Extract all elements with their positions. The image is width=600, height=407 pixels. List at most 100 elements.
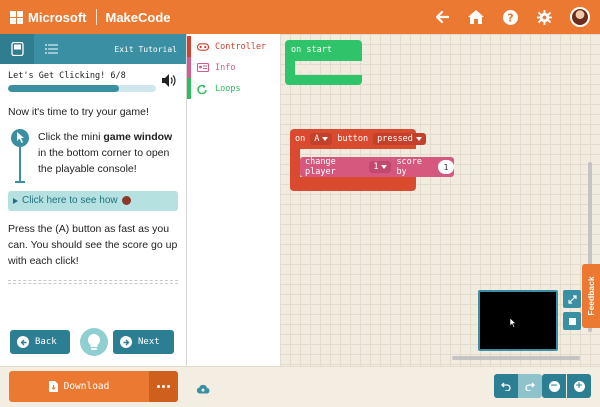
bottom-toolbar: Download − + (0, 366, 600, 407)
see-how-toggle[interactable]: Click here to see how (8, 190, 178, 211)
on-start-block-notch (299, 65, 319, 71)
on-start-block[interactable]: on start (285, 40, 362, 88)
toolbox-category-info[interactable]: Info (187, 57, 280, 78)
expand-triangle-icon (13, 197, 18, 204)
speaker-icon[interactable] (162, 72, 176, 91)
top-header: Microsoft MakeCode ? (0, 0, 600, 34)
console-icon (10, 42, 24, 56)
score-prefix: change player (305, 157, 336, 177)
stop-simulator-button[interactable] (563, 312, 581, 330)
undo-redo-group (494, 374, 542, 398)
home-icon[interactable] (468, 9, 484, 25)
gamepad-icon (197, 42, 209, 51)
toolbox-category-loops[interactable]: Loops (187, 78, 280, 99)
next-button[interactable]: Next (113, 330, 174, 354)
redo-button[interactable] (518, 374, 542, 398)
cloud-save-icon[interactable] (196, 379, 210, 398)
event-middle: button (337, 134, 369, 144)
plus-icon: + (573, 380, 585, 392)
change-score-block[interactable]: change player 1 score by 1 (300, 157, 454, 177)
feedback-tab[interactable]: Feedback (582, 264, 600, 328)
event-block-bottom (290, 177, 416, 191)
block-toolbox: Controller Info Loops (187, 34, 280, 366)
pointer-pin-icon (8, 128, 32, 183)
lightbulb-icon (88, 334, 100, 350)
tab-tutorial-steps[interactable] (34, 34, 68, 64)
on-start-block-bottom (285, 75, 362, 85)
undo-button[interactable] (494, 374, 518, 398)
download-button[interactable]: Download (9, 371, 149, 402)
product-name[interactable]: MakeCode (106, 10, 171, 25)
divider (8, 282, 178, 284)
next-label: Next (138, 337, 160, 347)
tutorial-nav: Back Next (0, 328, 187, 358)
undo-icon (501, 382, 511, 391)
player-dropdown-value: 1 (373, 162, 379, 172)
list-icon (44, 44, 58, 54)
event-prefix: on (295, 134, 306, 144)
back-arrow-icon[interactable] (434, 9, 450, 25)
expand-icon (567, 294, 577, 304)
back-button[interactable]: Back (10, 330, 70, 354)
progress-label: Let's Get Clicking! 6/8 (8, 71, 126, 81)
score-value-input[interactable]: 1 (437, 160, 454, 174)
blocks-workspace[interactable]: on start on A button pressed change play… (280, 34, 600, 366)
player-dropdown[interactable]: 1 (369, 161, 392, 173)
tab-simulator[interactable] (0, 34, 34, 64)
tutorial-tabs: Exit Tutorial (0, 34, 186, 64)
loop-icon (197, 84, 209, 94)
redo-icon (525, 382, 535, 391)
hint-text-bold: game window (103, 130, 173, 143)
mouse-pointer-icon (509, 318, 517, 328)
minus-icon: − (548, 380, 560, 392)
arrow-left-icon (17, 336, 29, 348)
divider (8, 279, 178, 281)
category-label: Loops (215, 83, 241, 94)
event-dropdown[interactable]: pressed (373, 133, 426, 145)
header-actions: ? (434, 0, 590, 34)
mini-game-window[interactable] (478, 290, 558, 351)
user-avatar[interactable] (570, 7, 590, 27)
brand-name: Microsoft (28, 9, 87, 25)
gear-icon[interactable] (536, 9, 552, 25)
tutorial-hint: Click the mini game window in the bottom… (0, 128, 186, 183)
tutorial-progress: Let's Get Clicking! 6/8 (0, 64, 186, 92)
svg-text:?: ? (507, 11, 513, 24)
score-middle: score by (396, 157, 423, 177)
hint-text-pre: Click the mini (38, 130, 104, 143)
caret-down-icon (381, 165, 388, 169)
lightbulb-hint-button[interactable] (80, 328, 108, 356)
progress-fill (8, 85, 119, 92)
exit-tutorial-button[interactable]: Exit Tutorial (114, 45, 177, 54)
feedback-label: Feedback (586, 276, 596, 316)
category-label: Controller (215, 41, 267, 52)
on-start-label: on start (291, 45, 332, 55)
id-card-icon (197, 63, 209, 72)
progress-bar (8, 85, 156, 92)
back-label: Back (35, 337, 57, 347)
zoom-controls: − + (542, 374, 591, 398)
help-icon[interactable]: ? (502, 9, 518, 25)
workspace-horizontal-scrollbar[interactable] (452, 356, 580, 360)
microsoft-logo-icon (10, 10, 23, 24)
tutorial-panel: Exit Tutorial Let's Get Clicking! 6/8 No… (0, 34, 187, 366)
category-label: Info (215, 62, 236, 73)
hint-text: Click the mini game window in the bottom… (32, 129, 180, 183)
see-how-label: Click here to see how (22, 195, 118, 206)
caret-down-icon (415, 137, 422, 141)
zoom-in-button[interactable]: + (567, 374, 591, 398)
more-options-button[interactable] (149, 371, 178, 402)
event-block-row: on A button pressed (295, 133, 426, 145)
expand-simulator-button[interactable] (563, 290, 581, 308)
toolbox-category-controller[interactable]: Controller (187, 36, 280, 57)
button-dropdown[interactable]: A (310, 133, 333, 145)
hint-text-post: in the bottom corner to open the playabl… (38, 146, 170, 175)
stop-icon (568, 317, 576, 325)
simulator-tools (563, 290, 583, 338)
download-file-icon (48, 381, 58, 392)
button-dropdown-value: A (314, 134, 320, 144)
caret-down-icon (322, 137, 329, 141)
tutorial-intro: Now it's time to try your game! (8, 106, 149, 118)
ninja-emoji-icon (121, 196, 131, 205)
zoom-out-button[interactable]: − (542, 374, 566, 398)
